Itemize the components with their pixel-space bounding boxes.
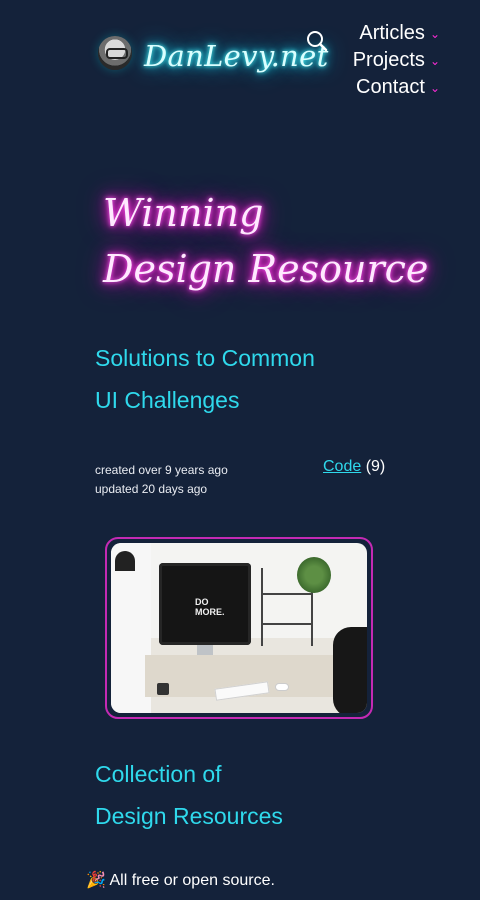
updated-date: updated 20 days ago xyxy=(95,482,208,496)
tag-code-link[interactable]: Code xyxy=(323,458,361,475)
created-date: created over 9 years ago xyxy=(95,463,228,477)
plant-icon xyxy=(297,557,331,593)
chair-icon xyxy=(333,627,367,713)
nav-item-articles[interactable]: Articles ⌄ xyxy=(340,20,440,47)
search-icon[interactable] xyxy=(306,30,328,52)
avatar[interactable] xyxy=(98,36,132,70)
article-title-line-2: UI Challenges xyxy=(95,387,240,413)
hero-title: Winning Design Resource xyxy=(103,185,433,297)
free-note: 🎉 All free or open source. xyxy=(86,872,275,889)
article-meta: created over 9 years ago updated 20 days… xyxy=(95,461,228,499)
section-title-line-1: Collection of xyxy=(95,761,222,787)
mug-icon xyxy=(157,683,169,695)
site-header: DanLevy.net Articles ⌄ Projects ⌄ Contac… xyxy=(0,0,480,110)
site-name-logo[interactable]: DanLevy.net xyxy=(144,39,329,73)
tag-link: Code (9) xyxy=(323,458,385,476)
article-title[interactable]: Solutions to Common UI Challenges xyxy=(95,337,425,421)
monitor-icon: DO MORE. xyxy=(159,563,251,645)
chevron-down-icon: ⌄ xyxy=(429,53,440,68)
section-title-design-resources[interactable]: Collection of Design Resources xyxy=(95,753,425,837)
lamp-icon xyxy=(115,551,135,571)
nav-item-label: Contact xyxy=(356,76,425,98)
article-image[interactable]: DO MORE. xyxy=(105,537,373,719)
main-nav: Articles ⌄ Projects ⌄ Contact ⌄ xyxy=(340,20,440,101)
chevron-down-icon: ⌄ xyxy=(429,26,440,41)
monitor-caption: DO MORE. xyxy=(195,597,225,617)
hero-title-line-2: Design Resource xyxy=(103,247,429,291)
nav-item-projects[interactable]: Projects ⌄ xyxy=(340,47,440,74)
mouse-icon xyxy=(275,683,289,691)
nav-item-label: Projects xyxy=(352,49,425,71)
hero-title-line-1: Winning xyxy=(103,191,264,235)
tag-count: (9) xyxy=(365,458,386,475)
chevron-down-icon: ⌄ xyxy=(429,80,440,95)
nav-item-label: Articles xyxy=(359,22,425,44)
article-title-line-1: Solutions to Common xyxy=(95,345,315,371)
section-title-line-2: Design Resources xyxy=(95,803,283,829)
desk-photo: DO MORE. xyxy=(111,543,367,713)
nav-item-contact[interactable]: Contact ⌄ xyxy=(340,74,440,101)
